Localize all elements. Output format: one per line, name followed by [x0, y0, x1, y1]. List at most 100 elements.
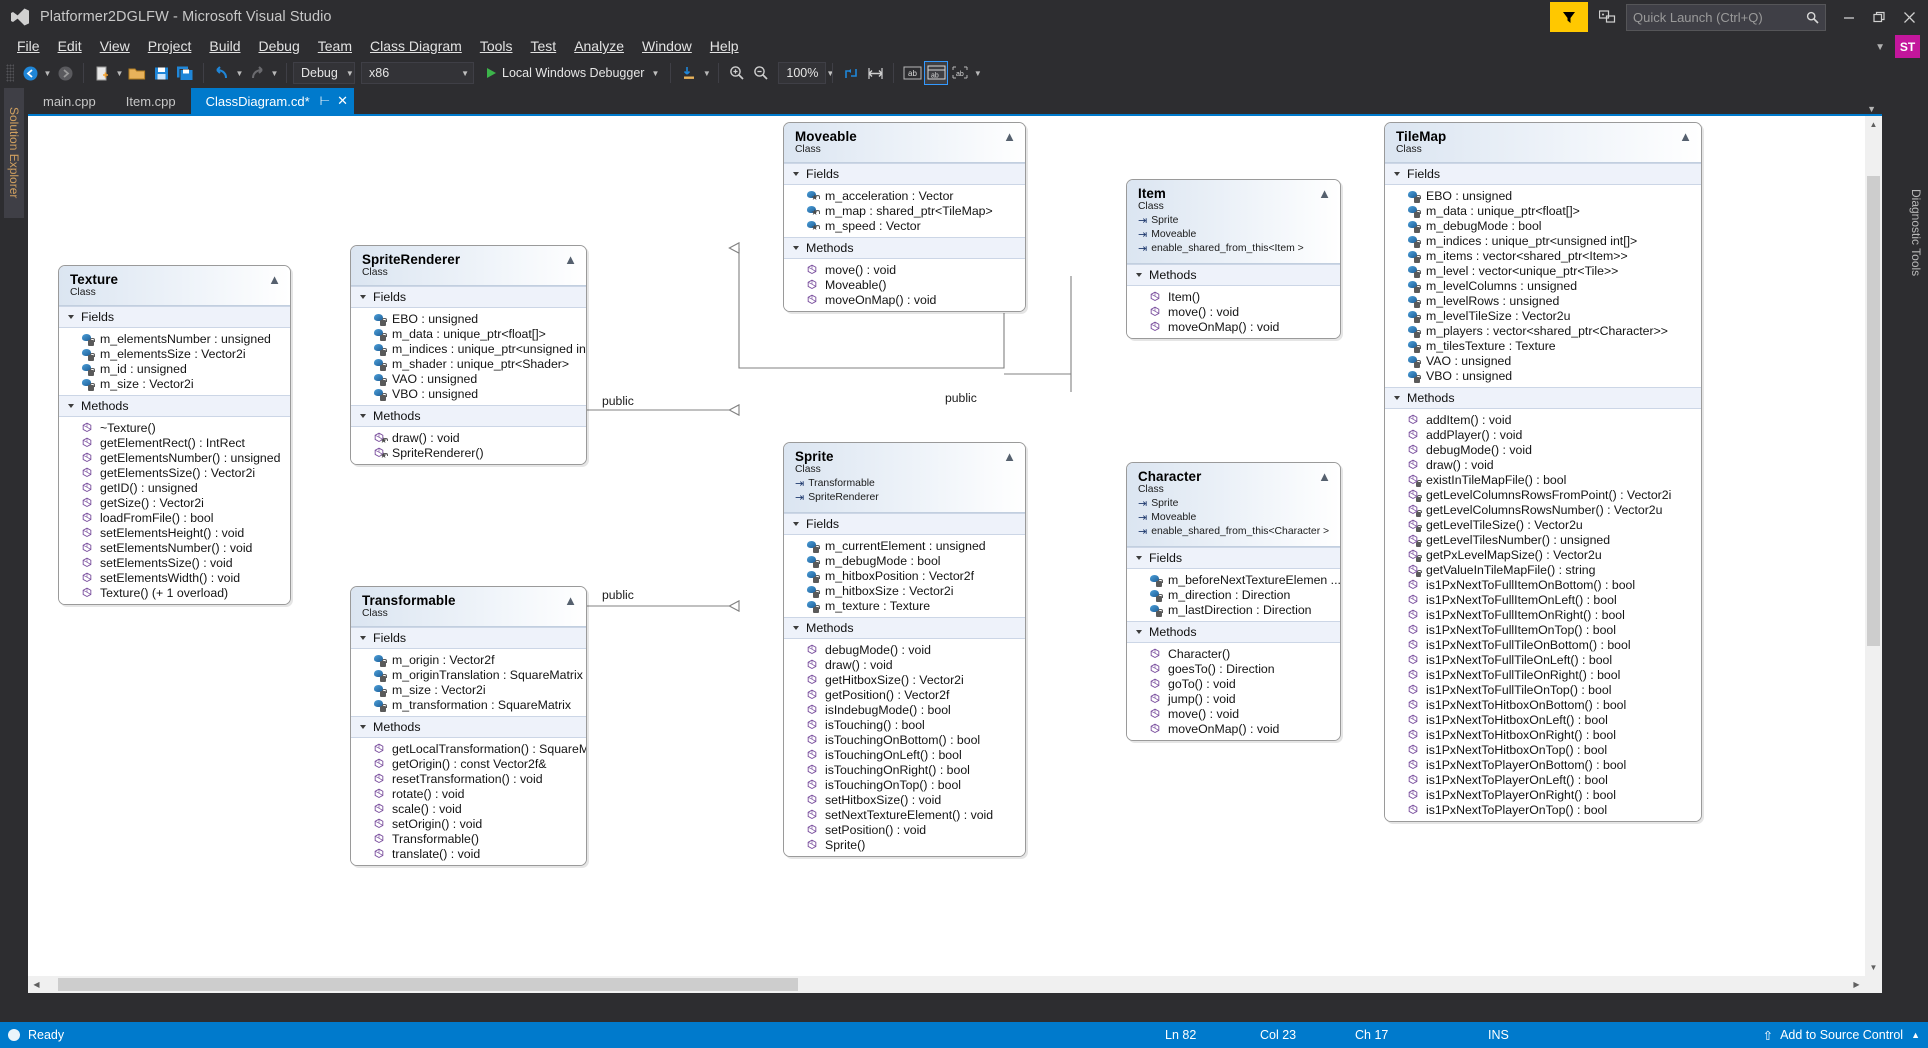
member-row-method[interactable]: is1PxNextToPlayerOnBottom() : bool	[1385, 757, 1701, 772]
navigate-forward-icon[interactable]	[53, 61, 77, 85]
minimize-button[interactable]	[1834, 0, 1864, 34]
base-class-row[interactable]: ⇥ SpriteRenderer	[795, 491, 1015, 505]
member-row-method[interactable]: SpriteRenderer()	[351, 445, 586, 460]
class-header[interactable]: ▲﻿ Transformable Class	[351, 587, 586, 627]
member-row-method[interactable]: getLevelTilesNumber() : unsigned	[1385, 532, 1701, 547]
member-row-field[interactable]: m_originTranslation : SquareMatrix	[351, 667, 586, 682]
section-header-methods[interactable]: Methods	[784, 237, 1025, 259]
section-header-methods[interactable]: Methods	[784, 617, 1025, 639]
undo-dropdown-icon[interactable]: ▼	[234, 69, 245, 78]
collapse-chevron-icon[interactable]: ▲	[268, 273, 281, 286]
member-row-method[interactable]: ~Texture()	[59, 420, 290, 435]
member-row-method[interactable]: draw() : void	[351, 430, 586, 445]
class-designer-surface[interactable]: public public public public public publi…	[28, 114, 1882, 993]
new-item-dropdown-icon[interactable]: ▼	[114, 69, 125, 78]
member-row-method[interactable]: addItem() : void	[1385, 412, 1701, 427]
class-shape-transformable[interactable]: ▲﻿ Transformable Class Fields m_origin : Vec…	[350, 586, 587, 866]
base-class-row[interactable]: ⇥ Sprite	[1138, 214, 1330, 228]
member-row-field[interactable]: VAO : unsigned	[351, 371, 586, 386]
member-row-method[interactable]: setNextTextureElement() : void	[784, 807, 1025, 822]
member-row-method[interactable]: Moveable()	[784, 277, 1025, 292]
member-row-method[interactable]: addPlayer() : void	[1385, 427, 1701, 442]
member-row-field[interactable]: m_acceleration : Vector	[784, 188, 1025, 203]
collapse-chevron-icon[interactable]: ▲	[564, 253, 577, 266]
menu-help[interactable]: Help	[701, 36, 748, 56]
member-row-method[interactable]: jump() : void	[1127, 691, 1340, 706]
member-row-method[interactable]: is1PxNextToFullTileOnTop() : bool	[1385, 682, 1701, 697]
zoom-level-combo[interactable]: 100% ▼	[778, 62, 834, 84]
member-row-method[interactable]: goesTo() : Direction	[1127, 661, 1340, 676]
member-row-field[interactable]: m_elementsNumber : unsigned	[59, 331, 290, 346]
member-row-method[interactable]: is1PxNextToFullItemOnRight() : bool	[1385, 607, 1701, 622]
collapse-chevron-icon[interactable]: ▲	[1003, 130, 1016, 143]
member-row-method[interactable]: getElementsNumber() : unsigned	[59, 450, 290, 465]
member-row-method[interactable]: Transformable()	[351, 831, 586, 846]
member-row-method[interactable]: debugMode() : void	[784, 642, 1025, 657]
member-row-field[interactable]: m_elementsSize : Vector2i	[59, 346, 290, 361]
display-name-icon[interactable]: ab	[900, 61, 924, 85]
class-header[interactable]: ▲﻿ Item Class ⇥ Sprite ⇥ Moveable ⇥ enable_share…	[1127, 180, 1340, 264]
member-row-method[interactable]: getLevelColumnsRowsNumber() : Vector2u	[1385, 502, 1701, 517]
member-row-field[interactable]: m_players : vector<shared_ptr<Character>…	[1385, 323, 1701, 338]
collapse-chevron-icon[interactable]: ▲	[1318, 187, 1331, 200]
member-row-field[interactable]: m_levelTileSize : Vector2u	[1385, 308, 1701, 323]
member-row-field[interactable]: m_shader : unique_ptr<Shader>	[351, 356, 586, 371]
member-row-method[interactable]: getHitboxSize() : Vector2i	[784, 672, 1025, 687]
member-row-method[interactable]: getValueInTileMapFile() : string	[1385, 562, 1701, 577]
base-class-row[interactable]: ⇥ enable_shared_from_this<Item >	[1138, 242, 1330, 256]
member-row-field[interactable]: m_speed : Vector	[784, 218, 1025, 233]
member-row-method[interactable]: scale() : void	[351, 801, 586, 816]
tab-item-cpp[interactable]: Item.cpp	[110, 88, 191, 114]
base-class-row[interactable]: ⇥ enable_shared_from_this<Character >	[1138, 525, 1330, 539]
section-header-fields[interactable]: Fields	[784, 513, 1025, 535]
member-row-method[interactable]: existInTileMapFile() : bool	[1385, 472, 1701, 487]
section-header-methods[interactable]: Methods	[1385, 387, 1701, 409]
member-row-method[interactable]: is1PxNextToFullTileOnRight() : bool	[1385, 667, 1701, 682]
close-icon[interactable]: ✕	[337, 93, 348, 109]
scroll-left-icon[interactable]: ◀	[28, 976, 45, 993]
scroll-down-icon[interactable]: ▼	[1865, 959, 1882, 976]
member-row-method[interactable]: setElementsSize() : void	[59, 555, 290, 570]
member-row-method[interactable]: move() : void	[1127, 706, 1340, 721]
menu-class-diagram[interactable]: Class Diagram	[361, 36, 471, 56]
tab-classdiagram-cd[interactable]: ClassDiagram.cd* ⊢ ✕	[190, 88, 355, 114]
member-row-method[interactable]: setElementsWidth() : void	[59, 570, 290, 585]
member-row-field[interactable]: m_data : unique_ptr<float[]>	[1385, 203, 1701, 218]
member-row-method[interactable]: moveOnMap() : void	[784, 292, 1025, 307]
section-header-fields[interactable]: Fields	[784, 163, 1025, 185]
chevron-up-icon[interactable]: ▲	[1911, 1030, 1920, 1040]
member-row-method[interactable]: is1PxNextToFullTileOnLeft() : bool	[1385, 652, 1701, 667]
base-class-row[interactable]: ⇥ Sprite	[1138, 497, 1330, 511]
member-row-method[interactable]: isTouchingOnTop() : bool	[784, 777, 1025, 792]
open-file-icon[interactable]	[125, 61, 149, 85]
section-header-methods[interactable]: Methods	[351, 405, 586, 427]
save-icon[interactable]	[149, 61, 173, 85]
step-into-icon[interactable]	[677, 61, 701, 85]
member-row-field[interactable]: m_debugMode : bool	[784, 553, 1025, 568]
status-source-control-group[interactable]: ⇧ Add to Source Control ▲	[1763, 1028, 1920, 1043]
solution-platform-combo[interactable]: x86 ▼	[361, 62, 474, 84]
member-row-method[interactable]: getLevelColumnsRowsFromPoint() : Vector2…	[1385, 487, 1701, 502]
user-avatar[interactable]: ST	[1895, 34, 1920, 60]
member-row-field[interactable]: m_direction : Direction	[1127, 587, 1340, 602]
member-row-method[interactable]: is1PxNextToPlayerOnTop() : bool	[1385, 802, 1701, 817]
class-shape-character[interactable]: ▲﻿ Character Class ⇥ Sprite ⇥ Moveable ⇥ enable_…	[1126, 462, 1341, 741]
member-row-method[interactable]: Sprite()	[784, 837, 1025, 852]
member-row-field[interactable]: EBO : unsigned	[351, 311, 586, 326]
member-row-field[interactable]: m_lastDirection : Direction	[1127, 602, 1340, 617]
member-row-field[interactable]: m_texture : Texture	[784, 598, 1025, 613]
class-shape-sprite[interactable]: ▲﻿ Sprite Class ⇥ Transformable ⇥ SpriteRender…	[783, 442, 1026, 857]
send-feedback-icon[interactable]	[1594, 2, 1620, 32]
navigate-back-dropdown-icon[interactable]: ▼	[42, 69, 53, 78]
member-row-method[interactable]: is1PxNextToFullTileOnBottom() : bool	[1385, 637, 1701, 652]
menu-debug[interactable]: Debug	[250, 36, 309, 56]
member-row-field[interactable]: m_size : Vector2i	[351, 682, 586, 697]
undo-icon[interactable]	[210, 61, 234, 85]
member-row-method[interactable]: setPosition() : void	[784, 822, 1025, 837]
member-row-method[interactable]: getOrigin() : const Vector2f&	[351, 756, 586, 771]
section-header-fields[interactable]: Fields	[1127, 547, 1340, 569]
class-shape-item[interactable]: ▲﻿ Item Class ⇥ Sprite ⇥ Moveable ⇥ enable_share…	[1126, 179, 1341, 339]
member-row-method[interactable]: setOrigin() : void	[351, 816, 586, 831]
member-row-method[interactable]: is1PxNextToHitboxOnLeft() : bool	[1385, 712, 1701, 727]
section-header-fields[interactable]: Fields	[351, 627, 586, 649]
